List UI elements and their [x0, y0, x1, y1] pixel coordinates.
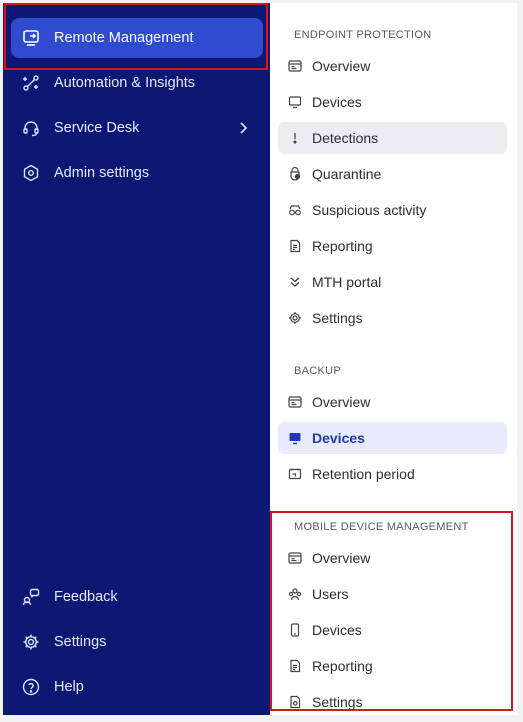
sidebar-item-automation-insights[interactable]: Automation & Insights — [11, 63, 263, 103]
gear-icon — [22, 633, 40, 651]
users-icon — [288, 587, 302, 601]
exclamation-icon — [288, 131, 302, 145]
chevrons-down-icon — [288, 275, 302, 289]
sidebar-item-help[interactable]: Help — [11, 667, 263, 707]
mdm-overview[interactable]: Overview — [278, 542, 507, 574]
report-icon — [288, 239, 302, 253]
mdm-users[interactable]: Users — [278, 578, 507, 610]
sidebar-item-feedback[interactable]: Feedback — [11, 577, 263, 617]
report-icon — [288, 659, 302, 673]
section-title-mobile-device-management: MOBILE DEVICE MANAGEMENT — [294, 521, 469, 533]
endpoint-reporting[interactable]: Reporting — [278, 230, 507, 262]
section-title-endpoint-protection: ENDPOINT PROTECTION — [294, 29, 432, 41]
headset-icon — [22, 119, 40, 137]
sidebar-item-label: Help — [54, 679, 84, 695]
sidebar-item-service-desk[interactable]: Service Desk — [11, 108, 263, 148]
sidebar-item-label: Automation & Insights — [54, 75, 196, 91]
monitor-icon — [288, 95, 302, 109]
endpoint-devices[interactable]: Devices — [278, 86, 507, 118]
mdm-settings[interactable]: Settings — [278, 686, 507, 715]
sidebar-item-label: Remote Management — [54, 30, 194, 46]
endpoint-quarantine[interactable]: Quarantine — [278, 158, 507, 190]
endpoint-detections[interactable]: Detections — [278, 122, 507, 154]
gear-icon — [288, 311, 302, 325]
feedback-icon — [22, 588, 40, 606]
sidebar-item-settings[interactable]: Settings — [11, 622, 263, 662]
sidebar-item-remote-management[interactable]: Remote Management — [11, 18, 263, 58]
spy-glasses-icon — [288, 203, 302, 217]
sidebar-item-label: Settings — [54, 634, 107, 650]
sidebar-item-admin-settings[interactable]: Admin settings — [11, 153, 263, 193]
overview-icon — [288, 551, 302, 565]
automation-icon — [22, 74, 40, 92]
mdm-devices[interactable]: Devices — [278, 614, 507, 646]
mdm-reporting[interactable]: Reporting — [278, 650, 507, 682]
app-frame: Remote Management Automation & Insights — [3, 3, 517, 715]
section-title-backup: BACKUP — [294, 365, 342, 377]
quarantine-icon — [288, 167, 302, 181]
sidebar-item-label: Service Desk — [54, 120, 140, 136]
secondary-menu: ENDPOINT PROTECTION Overview Devices Det… — [270, 3, 517, 715]
overview-icon — [288, 395, 302, 409]
backup-retention-period[interactable]: Retention period — [278, 458, 507, 490]
endpoint-overview[interactable]: Overview — [278, 50, 507, 82]
settings-document-icon — [288, 695, 302, 709]
mobile-phone-icon — [288, 623, 302, 637]
monitor-icon — [288, 431, 302, 445]
sidebar-item-label: Admin settings — [54, 165, 150, 181]
sidebar-item-label: Feedback — [54, 589, 118, 605]
endpoint-mth-portal[interactable]: MTH portal — [278, 266, 507, 298]
admin-settings-icon — [22, 164, 40, 182]
backup-overview[interactable]: Overview — [278, 386, 507, 418]
remote-management-icon — [22, 29, 40, 47]
overview-icon — [288, 59, 302, 73]
chevron-right-icon — [235, 120, 251, 136]
primary-sidebar: Remote Management Automation & Insights — [3, 3, 270, 715]
endpoint-settings[interactable]: Settings — [278, 302, 507, 334]
help-icon — [22, 678, 40, 696]
retention-icon — [288, 467, 302, 481]
endpoint-suspicious-activity[interactable]: Suspicious activity — [278, 194, 507, 226]
backup-devices[interactable]: Devices — [278, 422, 507, 454]
